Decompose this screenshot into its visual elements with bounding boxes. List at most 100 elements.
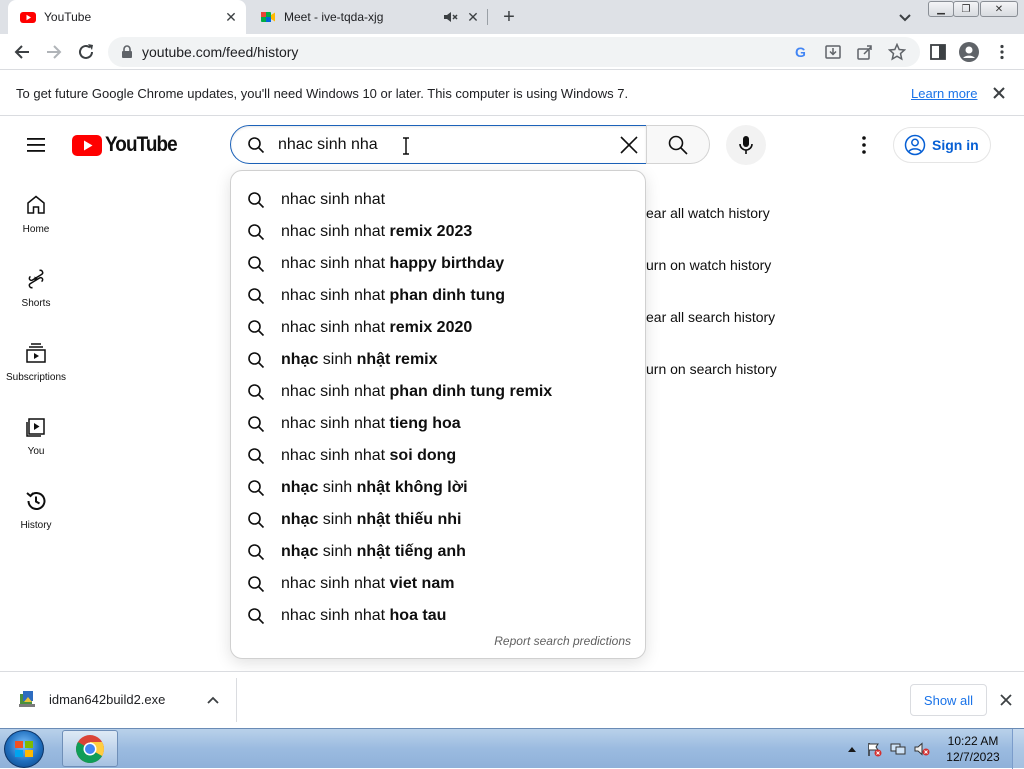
suggestion-completion: phan dinh tung [385, 287, 506, 304]
lock-icon[interactable] [120, 45, 134, 59]
tab-meet[interactable]: Meet - ive-tqda-xjg ✕ [252, 0, 488, 34]
bookmark-star-icon[interactable] [888, 43, 906, 61]
youtube-logo[interactable]: YouTube [72, 133, 185, 157]
new-tab-button[interactable]: + [498, 6, 520, 28]
search-suggestion-item[interactable]: nhac sinh nhat soi dong [231, 440, 645, 472]
reload-button[interactable] [74, 40, 98, 64]
window-minimize-button[interactable]: ▁ [928, 1, 954, 17]
search-suggestion-item[interactable]: nhac sinh nhat happy birthday [231, 248, 645, 280]
sidebar-item-you[interactable]: You [0, 393, 72, 467]
search-icon [248, 608, 265, 625]
suggestion-completion: tieng hoa [385, 415, 461, 432]
back-button[interactable] [10, 40, 34, 64]
taskbar-chrome-button[interactable] [62, 730, 118, 767]
suggestion-typed-part: nhac sinh nhat [281, 447, 386, 464]
voice-search-button[interactable] [726, 125, 766, 165]
search-suggestion-item[interactable]: nhạc sinh nhật không lời [231, 472, 645, 504]
installer-file-icon [19, 691, 35, 707]
youtube-wordmark: YouTube [105, 133, 178, 156]
action-center-flag-icon[interactable] [866, 741, 882, 757]
suggestion-completion: nhật remix [356, 351, 438, 368]
chrome-logo-icon [76, 734, 104, 763]
search-suggestion-item[interactable]: nhac sinh nhat remix 2023 [231, 216, 645, 248]
report-search-predictions-link[interactable]: Report search predictions [494, 634, 631, 648]
sidebar-item-shorts[interactable]: Shorts [0, 245, 72, 319]
more-options-icon[interactable] [852, 133, 876, 157]
suggestion-typed-part: sinh [318, 479, 357, 496]
search-suggestion-item[interactable]: nhac sinh nhat remix 2020 [231, 312, 645, 344]
windows-taskbar: 10:22 AM 12/7/2023 [0, 728, 1024, 769]
search-suggestion-item[interactable]: nhac sinh nhat phan dinh tung [231, 280, 645, 312]
suggestion-typed-part: sinh [318, 351, 357, 368]
clock-time: 10:22 AM [947, 734, 999, 748]
suggestion-completion: viet nam [385, 575, 455, 592]
suggestion-text: nhạc sinh nhật không lời [281, 479, 468, 497]
suggestion-text: nhac sinh nhat phan dinh tung [281, 287, 505, 305]
search-suggestion-item[interactable]: nhac sinh nhat viet nam [231, 568, 645, 600]
hamburger-menu-icon[interactable] [24, 133, 48, 157]
sidebar-item-history[interactable]: History [0, 467, 72, 541]
search-box[interactable] [230, 125, 647, 164]
close-tab-icon[interactable]: ✕ [222, 8, 240, 26]
sidebar-item-home[interactable]: Home [0, 171, 72, 245]
search-suggestion-item[interactable]: nhạc sinh nhật remix [231, 344, 645, 376]
search-suggestion-item[interactable]: nhạc sinh nhật tiếng anh [231, 536, 645, 568]
suggestion-text: nhac sinh nhat phan dinh tung remix [281, 383, 552, 401]
show-all-downloads-button[interactable]: Show all [910, 684, 987, 716]
clear-watch-history-option[interactable]: ear all watch history [646, 205, 770, 221]
search-suggestion-item[interactable]: nhac sinh nhat [231, 184, 645, 216]
search-suggestions-dropdown: nhac sinh nhat nhac sinh nhat remix 2023 n… [230, 170, 646, 659]
window-close-button[interactable]: ✕ [980, 1, 1018, 17]
suggestion-typed-part: nhac sinh nhat [281, 287, 386, 304]
account-circle-icon [904, 134, 926, 156]
show-hidden-icons-icon[interactable] [844, 741, 860, 757]
search-suggestion-item[interactable]: nhac sinh nhat hoa tau [231, 600, 645, 632]
clock[interactable]: 10:22 AM 12/7/2023 [938, 733, 1008, 765]
speaker-muted-icon[interactable] [442, 9, 458, 25]
clear-search-icon[interactable] [617, 133, 641, 157]
search-icon [248, 384, 265, 401]
learn-more-link[interactable]: Learn more [911, 86, 977, 101]
profile-button[interactable] [957, 40, 981, 64]
clear-search-history-option[interactable]: ear all search history [646, 309, 775, 325]
close-icon[interactable] [998, 692, 1014, 708]
search-input[interactable] [278, 132, 608, 158]
suggestion-completion: nhật không lời [356, 479, 468, 496]
search-button[interactable] [646, 125, 710, 164]
start-button[interactable] [4, 730, 44, 768]
chevron-up-icon[interactable] [205, 692, 221, 708]
profile-avatar-icon [959, 42, 979, 62]
tab-youtube[interactable]: YouTube ✕ [8, 0, 246, 34]
search-suggestion-item[interactable]: nhac sinh nhat tieng hoa [231, 408, 645, 440]
google-lens-icon[interactable]: G [792, 43, 810, 61]
turn-on-watch-history-option[interactable]: urn on watch history [646, 257, 771, 273]
search-icon [248, 192, 265, 209]
share-icon[interactable] [856, 43, 874, 61]
sidebar-item-subscriptions[interactable]: Subscriptions [0, 319, 72, 393]
address-bar[interactable]: youtube.com/feed/history G [108, 37, 920, 67]
turn-on-search-history-option[interactable]: urn on search history [646, 361, 777, 377]
download-item[interactable]: idman642build2.exe [16, 688, 165, 710]
url-text[interactable]: youtube.com/feed/history [142, 44, 298, 60]
window-restore-button[interactable]: ❐ [953, 1, 979, 17]
kebab-menu-icon [1000, 44, 1004, 60]
close-icon[interactable] [990, 84, 1008, 102]
youtube-favicon-icon [20, 12, 36, 23]
suggestion-typed-part: nhac sinh nhat [281, 607, 386, 624]
network-icon[interactable] [890, 741, 906, 757]
install-app-icon[interactable] [824, 43, 842, 61]
side-panel-button[interactable] [926, 40, 950, 64]
search-suggestion-item[interactable]: nhạc sinh nhật thiếu nhi [231, 504, 645, 536]
back-arrow-icon [14, 45, 29, 59]
search-suggestion-item[interactable]: nhac sinh nhat phan dinh tung remix [231, 376, 645, 408]
chrome-menu-button[interactable] [990, 40, 1014, 64]
show-desktop-button[interactable] [1012, 729, 1024, 769]
close-tab-icon[interactable]: ✕ [464, 8, 482, 26]
sign-in-button[interactable]: Sign in [893, 127, 991, 163]
tab-separator [487, 9, 488, 25]
you-library-icon [26, 418, 45, 437]
tab-search-chevron-icon[interactable] [896, 8, 914, 26]
forward-button[interactable] [42, 40, 66, 64]
volume-muted-icon[interactable] [914, 741, 930, 757]
forward-arrow-icon [47, 45, 62, 59]
